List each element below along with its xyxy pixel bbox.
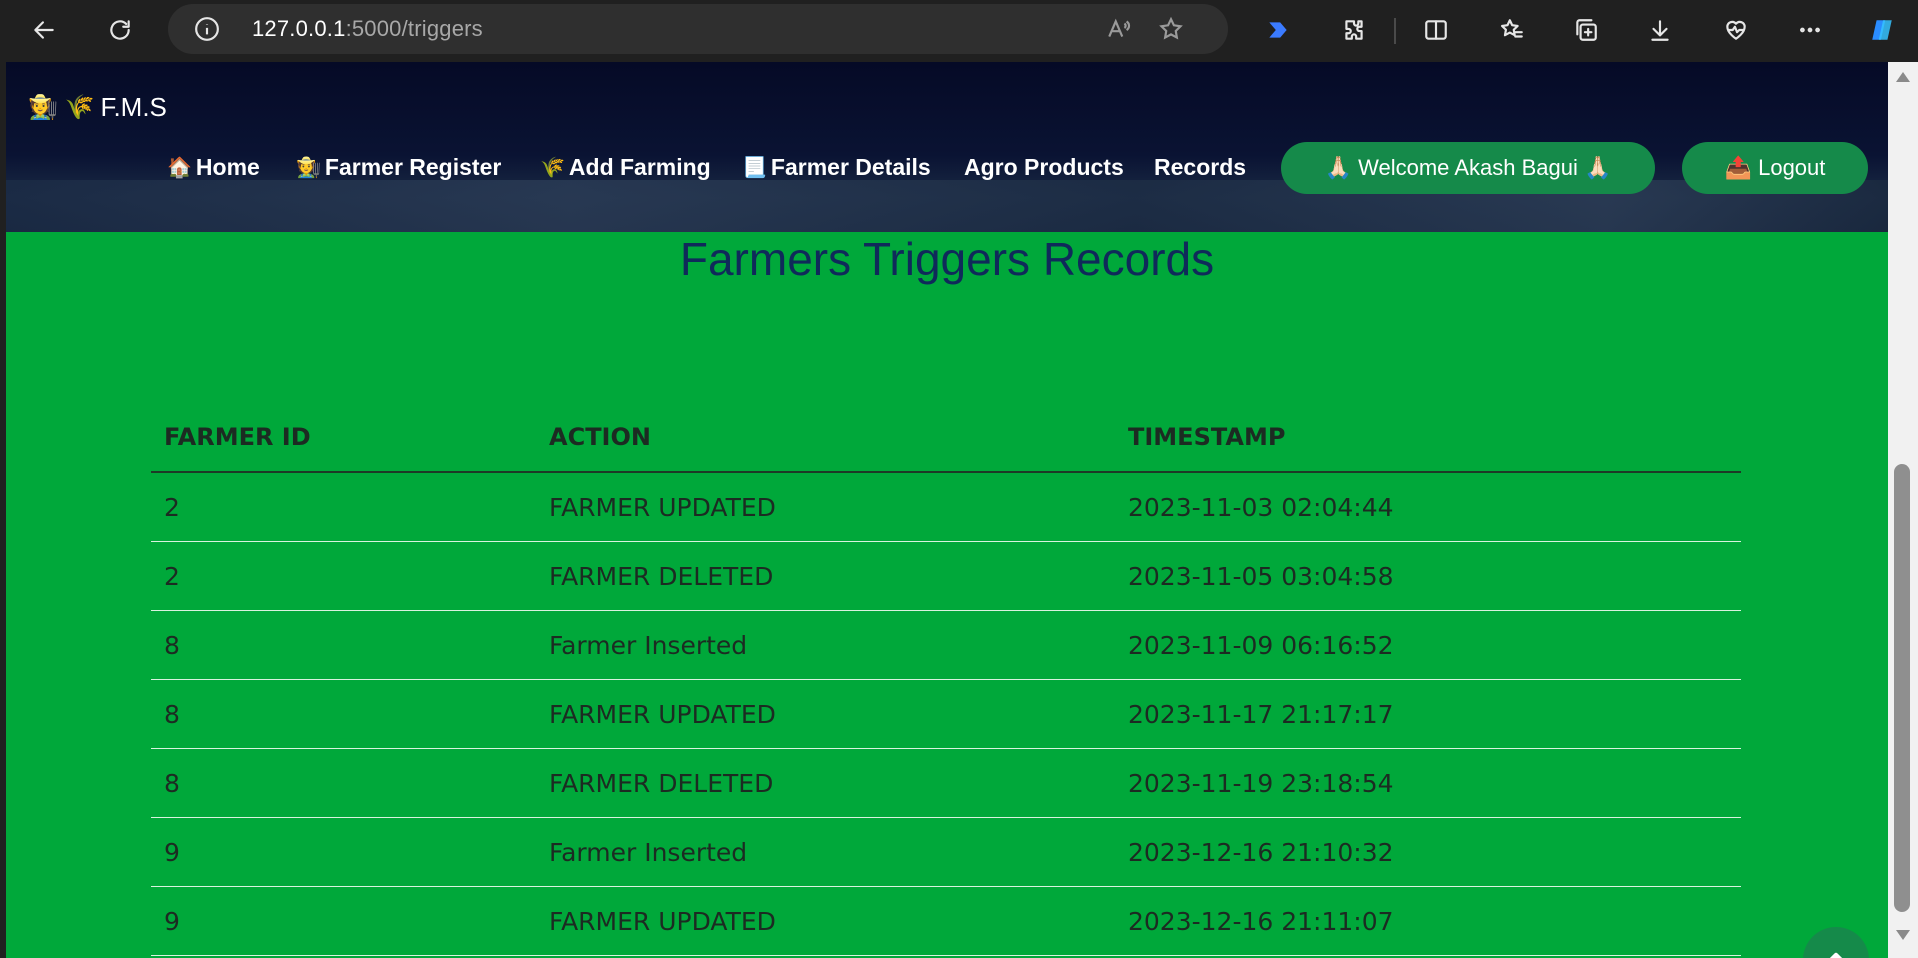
address-bar[interactable]: 127.0.0.1:5000/triggers [168, 4, 1228, 54]
nav-add-farming[interactable]: 🌾 Add Farming [540, 142, 711, 192]
table-row: 9 Farmer Inserted 2023-12-16 21:10:32 [151, 817, 1741, 887]
site-info-icon[interactable] [194, 16, 220, 42]
cell-farmer-id: 8 [151, 748, 536, 818]
toolbar-divider [1394, 18, 1396, 44]
document-icon: 📃 [742, 156, 767, 179]
read-aloud-icon[interactable] [1098, 8, 1140, 50]
cell-timestamp: 2023-11-09 06:16:52 [1115, 610, 1741, 680]
scrollbar-thumb[interactable] [1894, 464, 1910, 912]
column-header-timestamp: Timestamp [1115, 402, 1741, 473]
cell-timestamp: 2023-11-17 21:17:17 [1115, 679, 1741, 749]
page-viewport: 🧑‍🌾 🌾 F.M.S 🏠 Home 🧑‍🌾 Farmer Register 🌾 Ad… [6, 62, 1888, 958]
collections-icon[interactable] [1562, 6, 1610, 54]
farmer-icon: 🧑‍🌾 [296, 156, 321, 179]
back-icon[interactable] [20, 6, 68, 54]
downloads-icon[interactable] [1636, 6, 1684, 54]
cell-timestamp: 2023-12-16 21:11:07 [1115, 886, 1741, 956]
nav-farmer-details[interactable]: 📃 Farmer Details [742, 142, 931, 192]
extensions-puzzle-icon[interactable] [1330, 6, 1378, 54]
cell-action: Farmer Inserted [536, 610, 1115, 680]
table-row: 8 Farmer Inserted 2023-11-09 06:16:52 [151, 610, 1741, 680]
table-row: 9 FARMER UPDATED 2023-12-16 21:11:07 [151, 886, 1741, 956]
scroll-to-top-button[interactable] [1803, 927, 1869, 958]
brand-text: F.M.S [100, 92, 167, 122]
chevron-up-icon [1829, 952, 1843, 958]
scroll-down-arrow-icon[interactable] [1896, 930, 1910, 940]
browser-toolbar: 127.0.0.1:5000/triggers [0, 0, 1918, 62]
cell-farmer-id: 2 [151, 541, 536, 611]
favorites-icon[interactable] [1488, 6, 1536, 54]
welcome-user-button[interactable]: 🙏🏻 Welcome Akash Bagui 🙏🏻 [1281, 142, 1655, 194]
cell-action: FARMER DELETED [536, 748, 1115, 818]
extension-arrow-icon[interactable] [1254, 6, 1302, 54]
column-header-action: Action [536, 402, 1115, 473]
refresh-icon[interactable] [96, 6, 144, 54]
logout-button[interactable]: 📤 Logout [1682, 142, 1868, 194]
table-header-row: Farmer ID Action Timestamp [151, 402, 1741, 473]
cell-action: FARMER DELETED [536, 541, 1115, 611]
split-screen-icon[interactable] [1412, 6, 1460, 54]
cell-timestamp: 2023-12-16 21:10:32 [1115, 817, 1741, 887]
table-row: 2 FARMER UPDATED 2023-11-03 02:04:44 [151, 472, 1741, 542]
url-text[interactable]: 127.0.0.1:5000/triggers [252, 16, 483, 42]
farmer-icon: 🧑‍🌾 🌾 [28, 94, 95, 121]
cell-action: FARMER UPDATED [536, 886, 1115, 956]
site-navbar: 🧑‍🌾 🌾 F.M.S 🏠 Home 🧑‍🌾 Farmer Register 🌾 Ad… [6, 62, 1888, 232]
cell-farmer-id: 9 [151, 886, 536, 956]
cell-farmer-id: 2 [151, 472, 536, 542]
table-row: 8 FARMER UPDATED 2023-11-17 21:17:17 [151, 679, 1741, 749]
page-scrollbar[interactable] [1888, 62, 1918, 958]
cell-farmer-id: 9 [151, 817, 536, 887]
page-title: Farmers Triggers Records [679, 233, 1215, 285]
cell-action: FARMER UPDATED [536, 472, 1115, 542]
more-options-icon[interactable] [1786, 6, 1834, 54]
cell-farmer-id: 8 [151, 610, 536, 680]
scroll-up-arrow-icon[interactable] [1896, 72, 1910, 82]
triggers-table: Farmer ID Action Timestamp 2 FARMER UPDA… [151, 402, 1741, 956]
cell-action: Farmer Inserted [536, 817, 1115, 887]
cell-timestamp: 2023-11-19 23:18:54 [1115, 748, 1741, 818]
cell-action: FARMER UPDATED [536, 679, 1115, 749]
column-header-farmer-id: Farmer ID [151, 402, 536, 473]
nav-home[interactable]: 🏠 Home [167, 142, 260, 192]
home-icon: 🏠 [167, 156, 192, 179]
nav-farmer-register[interactable]: 🧑‍🌾 Farmer Register [296, 142, 501, 192]
copilot-icon[interactable] [1858, 6, 1906, 54]
favorite-star-icon[interactable] [1150, 8, 1192, 50]
nav-menu: 🏠 Home 🧑‍🌾 Farmer Register 🌾 Add Farming 📃 F… [6, 142, 1888, 194]
crop-icon: 🌾 [540, 156, 565, 179]
cell-farmer-id: 8 [151, 679, 536, 749]
cell-timestamp: 2023-11-05 03:04:58 [1115, 541, 1741, 611]
table-row: 8 FARMER DELETED 2023-11-19 23:18:54 [151, 748, 1741, 818]
browser-essentials-icon[interactable] [1712, 6, 1760, 54]
cell-timestamp: 2023-11-03 02:04:44 [1115, 472, 1741, 542]
brand-logo[interactable]: 🧑‍🌾 🌾 F.M.S [28, 92, 167, 123]
nav-agro-products[interactable]: Agro Products [964, 142, 1124, 192]
table-row: 2 FARMER DELETED 2023-11-05 03:04:58 [151, 541, 1741, 611]
nav-records[interactable]: Records [1154, 142, 1246, 192]
